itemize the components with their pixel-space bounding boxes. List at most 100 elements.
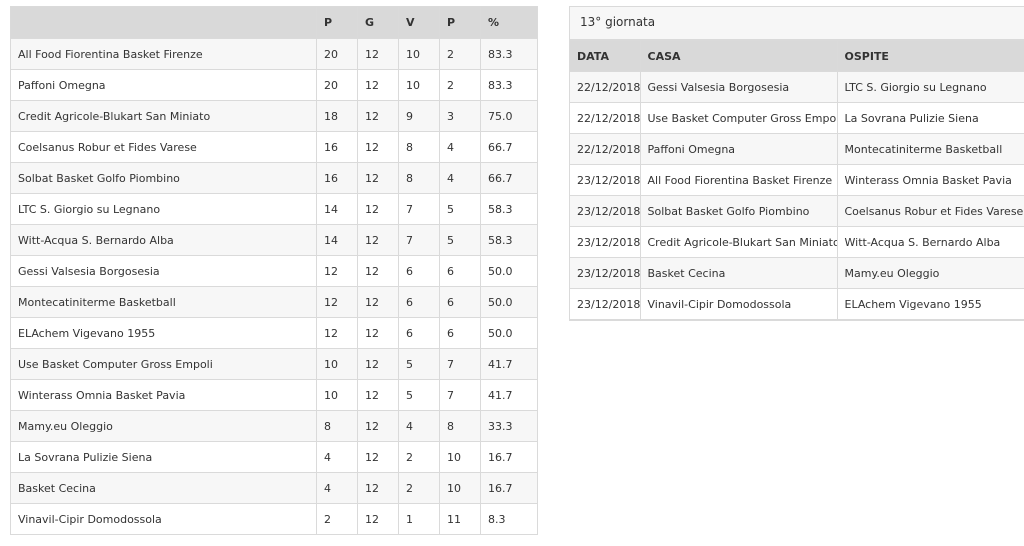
percent-cell: 16.7: [480, 472, 538, 504]
points-cell: 14: [316, 193, 358, 225]
percent-cell: 33.3: [480, 410, 538, 442]
standings-body: All Food Fiorentina Basket Firenze 20 12 10…: [10, 38, 538, 535]
points-cell: 4: [316, 472, 358, 504]
fixture-row: 23/12/2018 Solbat Basket Golfo Piombino Co…: [570, 195, 1024, 227]
home-team-cell: Credit Agricole-Blukart San Miniato: [640, 226, 838, 258]
games-cell: 12: [357, 38, 399, 70]
points-cell: 16: [316, 162, 358, 194]
table-row: Basket Cecina 4 12 2 10 16.7: [10, 472, 538, 504]
points-cell: 12: [316, 286, 358, 318]
home-team-cell: All Food Fiorentina Basket Firenze: [640, 164, 838, 196]
percent-cell: 50.0: [480, 255, 538, 287]
wins-cell: 2: [398, 472, 440, 504]
team-name-cell: All Food Fiorentina Basket Firenze: [10, 38, 317, 70]
percent-cell: 58.3: [480, 224, 538, 256]
standings-table: P G V P % All Food Fiorentina Basket Fir…: [10, 6, 538, 535]
table-row: Gessi Valsesia Borgosesia 12 12 6 6 50.0: [10, 255, 538, 287]
games-cell: 12: [357, 441, 399, 473]
wins-cell: 5: [398, 348, 440, 380]
team-name-cell: Gessi Valsesia Borgosesia: [10, 255, 317, 287]
wins-cell: 9: [398, 100, 440, 132]
team-name-cell: La Sovrana Pulizie Siena: [10, 441, 317, 473]
team-name-cell: Use Basket Computer Gross Empoli: [10, 348, 317, 380]
header-games: G: [357, 6, 399, 39]
away-team-cell: Montecatiniterme Basketball: [837, 133, 1024, 165]
losses-cell: 6: [439, 317, 481, 349]
table-row: La Sovrana Pulizie Siena 4 12 2 10 16.7: [10, 441, 538, 473]
date-cell: 22/12/2018: [570, 102, 641, 134]
standings-header-row: P G V P %: [10, 6, 538, 39]
round-panel: 13° giornata DATA CASA OSPITE 22/12/2018…: [569, 6, 1024, 321]
games-cell: 12: [357, 503, 399, 535]
header-team: [10, 6, 317, 39]
away-team-cell: Coelsanus Robur et Fides Varese: [837, 195, 1024, 227]
points-cell: 16: [316, 131, 358, 163]
wins-cell: 6: [398, 317, 440, 349]
date-cell: 22/12/2018: [570, 71, 641, 103]
points-cell: 2: [316, 503, 358, 535]
losses-cell: 4: [439, 131, 481, 163]
losses-cell: 6: [439, 255, 481, 287]
wins-cell: 6: [398, 255, 440, 287]
table-row: Witt-Acqua S. Bernardo Alba 14 12 7 5 58.3: [10, 224, 538, 256]
wins-cell: 4: [398, 410, 440, 442]
fixture-row: 23/12/2018 Credit Agricole-Blukart San Mi…: [570, 226, 1024, 258]
percent-cell: 16.7: [480, 441, 538, 473]
table-row: Mamy.eu Oleggio 8 12 4 8 33.3: [10, 410, 538, 442]
games-cell: 12: [357, 100, 399, 132]
games-cell: 12: [357, 131, 399, 163]
date-cell: 23/12/2018: [570, 288, 641, 320]
points-cell: 12: [316, 255, 358, 287]
wins-cell: 1: [398, 503, 440, 535]
table-row: Winterass Omnia Basket Pavia 10 12 5 7 41.7: [10, 379, 538, 411]
losses-cell: 11: [439, 503, 481, 535]
wins-cell: 2: [398, 441, 440, 473]
home-team-cell: Paffoni Omegna: [640, 133, 838, 165]
losses-cell: 2: [439, 38, 481, 70]
date-cell: 23/12/2018: [570, 257, 641, 289]
games-cell: 12: [357, 472, 399, 504]
games-cell: 12: [357, 255, 399, 287]
losses-cell: 5: [439, 193, 481, 225]
home-team-cell: Use Basket Computer Gross Empoli: [640, 102, 838, 134]
team-name-cell: Winterass Omnia Basket Pavia: [10, 379, 317, 411]
percent-cell: 50.0: [480, 286, 538, 318]
points-cell: 20: [316, 69, 358, 101]
away-team-cell: Winterass Omnia Basket Pavia: [837, 164, 1024, 196]
losses-cell: 2: [439, 69, 481, 101]
points-cell: 10: [316, 348, 358, 380]
header-home: CASA: [640, 40, 838, 72]
percent-cell: 83.3: [480, 38, 538, 70]
home-team-cell: Solbat Basket Golfo Piombino: [640, 195, 838, 227]
away-team-cell: Witt-Acqua S. Bernardo Alba: [837, 226, 1024, 258]
team-name-cell: Basket Cecina: [10, 472, 317, 504]
games-cell: 12: [357, 317, 399, 349]
wins-cell: 8: [398, 131, 440, 163]
home-team-cell: Vinavil-Cipir Domodossola: [640, 288, 838, 320]
team-name-cell: Solbat Basket Golfo Piombino: [10, 162, 317, 194]
away-team-cell: Mamy.eu Oleggio: [837, 257, 1024, 289]
team-name-cell: ELAchem Vigevano 1955: [10, 317, 317, 349]
header-wins: V: [398, 6, 440, 39]
away-team-cell: ELAchem Vigevano 1955: [837, 288, 1024, 320]
losses-cell: 6: [439, 286, 481, 318]
games-cell: 12: [357, 410, 399, 442]
team-name-cell: Coelsanus Robur et Fides Varese: [10, 131, 317, 163]
percent-cell: 83.3: [480, 69, 538, 101]
points-cell: 18: [316, 100, 358, 132]
losses-cell: 8: [439, 410, 481, 442]
percent-cell: 66.7: [480, 162, 538, 194]
date-cell: 23/12/2018: [570, 226, 641, 258]
wins-cell: 7: [398, 224, 440, 256]
fixtures-table: DATA CASA OSPITE 22/12/2018 Gessi Valsesi…: [570, 40, 1024, 320]
table-row: Vinavil-Cipir Domodossola 2 12 1 11 8.3: [10, 503, 538, 535]
team-name-cell: Montecatiniterme Basketball: [10, 286, 317, 318]
header-losses: P: [439, 6, 481, 39]
points-cell: 20: [316, 38, 358, 70]
table-row: All Food Fiorentina Basket Firenze 20 12 10…: [10, 38, 538, 70]
losses-cell: 7: [439, 379, 481, 411]
losses-cell: 3: [439, 100, 481, 132]
points-cell: 4: [316, 441, 358, 473]
away-team-cell: La Sovrana Pulizie Siena: [837, 102, 1024, 134]
losses-cell: 4: [439, 162, 481, 194]
